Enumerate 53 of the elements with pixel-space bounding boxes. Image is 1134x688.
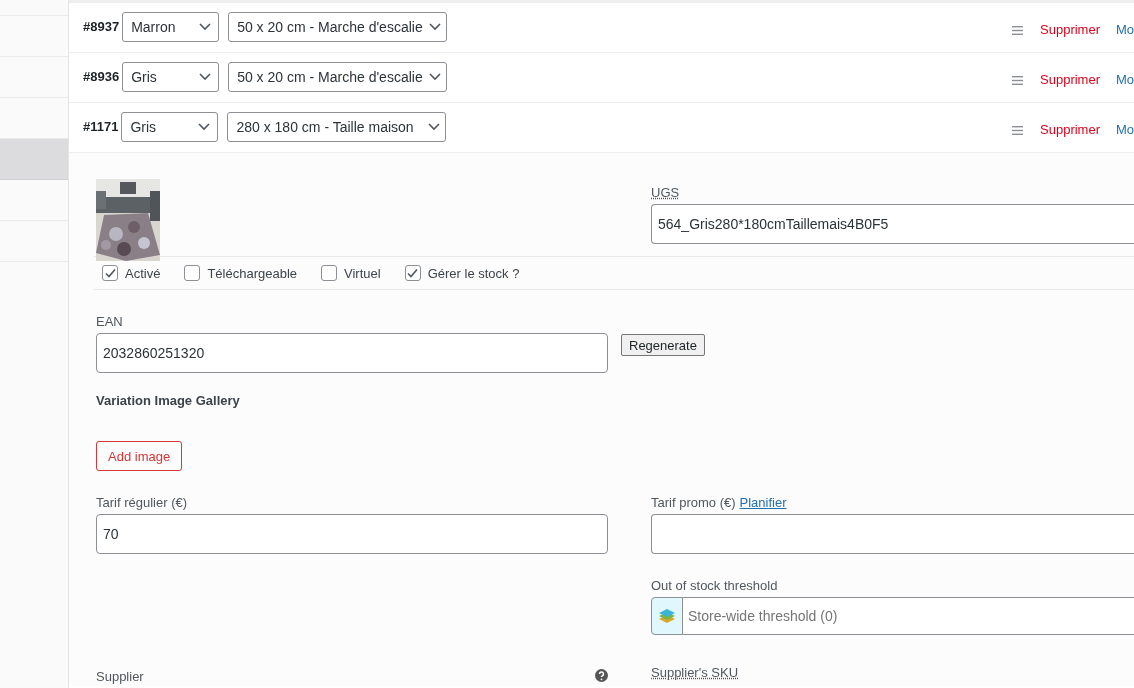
checkbox[interactable] [102, 265, 118, 281]
checkbox[interactable] [184, 265, 201, 281]
dropdown[interactable]: 50 x 20 cm - Marche d'escalie [228, 12, 448, 42]
field-label: Tarif régulier (€) [96, 495, 188, 510]
input-field[interactable]: Store-wide threshold (0) [683, 597, 1134, 635]
add-image-button[interactable]: Add image [96, 441, 183, 471]
checkbox-label: Virtuel [344, 265, 381, 281]
dropdown[interactable]: Marron [122, 12, 220, 42]
checkbox-label: Activé [125, 265, 161, 281]
drag-handle-icon [1012, 126, 1024, 135]
input-field[interactable]: 70 [96, 514, 608, 554]
input-field[interactable] [651, 514, 1134, 554]
caret-icon [198, 123, 211, 131]
check-icon [103, 267, 117, 279]
checkbox-label: Téléchargeable [207, 265, 298, 281]
sidebar-item[interactable] [0, 139, 68, 180]
delete-link[interactable]: Supprimer [1040, 22, 1100, 37]
caret-icon [199, 73, 212, 81]
caret-icon [429, 23, 442, 31]
variation-id: #8936 [83, 69, 120, 84]
delete-link[interactable]: Supprimer [1040, 122, 1100, 137]
dropdown[interactable]: 280 x 180 cm - Taille maison [227, 112, 447, 142]
field-label: UGS [651, 185, 680, 200]
drag-handle-icon [1012, 26, 1024, 35]
check-icon [406, 267, 420, 279]
edit-link[interactable]: Mo [1116, 122, 1134, 137]
help-icon [595, 669, 608, 682]
schedule-link[interactable]: Planifier [739, 495, 787, 514]
input-field[interactable]: 564_Gris280*180cmTaillemais4B0F5 [651, 204, 1134, 244]
checkbox[interactable] [321, 265, 338, 281]
variation-id: #1171 [83, 119, 119, 134]
field-label: EAN [96, 314, 123, 329]
drag-handle-icon [1012, 76, 1024, 85]
checkbox[interactable] [404, 265, 421, 281]
caret-icon [199, 23, 212, 31]
dropdown[interactable]: 50 x 20 cm - Marche d'escalie [228, 62, 448, 92]
field-label: Supplier's SKU [651, 665, 739, 680]
edit-link[interactable]: Mo [1116, 22, 1134, 37]
edit-link[interactable]: Mo [1116, 72, 1134, 87]
caret-icon [429, 73, 442, 81]
field-label: Supplier [96, 669, 144, 684]
checkbox-label: Gérer le stock ? [427, 265, 520, 281]
field-label: Tarif promo (€) [651, 495, 736, 510]
caret-icon [428, 123, 441, 131]
dropdown[interactable]: Gris [121, 112, 219, 142]
regenerate-button[interactable]: Regenerate [621, 334, 705, 356]
delete-link[interactable]: Supprimer [1040, 72, 1100, 87]
layers-icon [658, 608, 676, 624]
variation-id: #8937 [83, 19, 120, 34]
input-field[interactable]: 2032860251320 [96, 333, 608, 373]
section-title: Variation Image Gallery [96, 393, 241, 408]
dropdown[interactable]: Gris [122, 62, 220, 92]
field-label: Out of stock threshold [651, 578, 778, 593]
